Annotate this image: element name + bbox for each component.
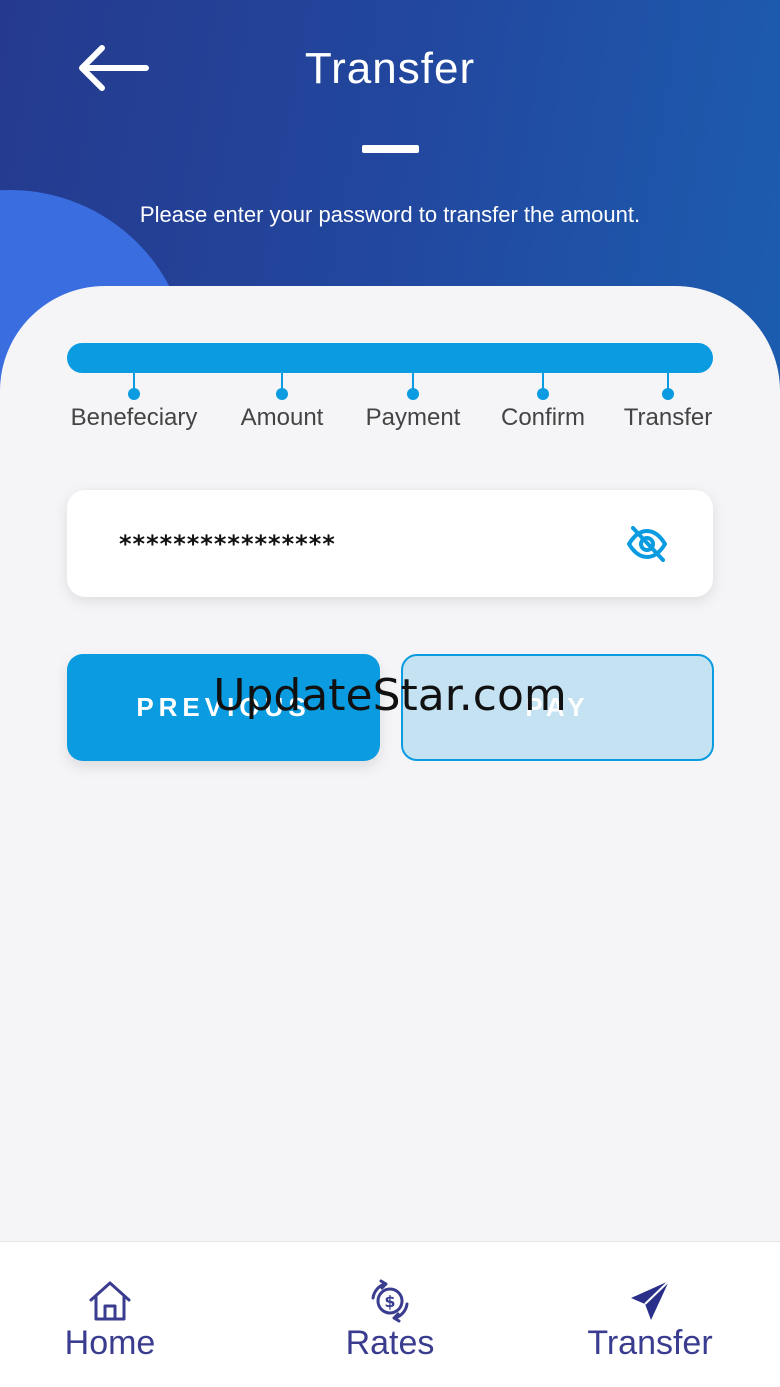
title-underline <box>362 145 419 153</box>
step-label: Confirm <box>500 404 586 431</box>
nav-rates[interactable]: $ Rates <box>310 1242 470 1387</box>
step-label: Amount <box>240 404 324 431</box>
home-icon <box>89 1281 131 1321</box>
svg-text:$: $ <box>384 1292 395 1311</box>
progress-bar <box>67 343 713 373</box>
nav-home[interactable]: Home <box>30 1242 190 1387</box>
password-field[interactable]: **************** <box>67 490 713 597</box>
nav-home-label: Home <box>64 1324 156 1362</box>
bottom-nav: Home $ Rates Transfer <box>0 1241 780 1387</box>
send-icon <box>631 1280 670 1320</box>
dollar-exchange-icon: $ <box>371 1279 409 1323</box>
eye-off-icon[interactable] <box>625 522 669 566</box>
nav-transfer-label: Transfer <box>587 1324 713 1362</box>
step-label: Payment <box>365 404 461 431</box>
nav-rates-label: Rates <box>345 1324 435 1362</box>
watermark: UpdateStar.com <box>213 670 567 721</box>
step-label: Transfer <box>623 404 713 431</box>
nav-transfer[interactable]: Transfer <box>570 1242 730 1387</box>
page-title: Transfer <box>304 44 476 93</box>
page-subtitle: Please enter your password to transfer t… <box>139 202 641 227</box>
password-value[interactable]: **************** <box>119 530 336 558</box>
step-label: Benefeciary <box>70 404 198 431</box>
